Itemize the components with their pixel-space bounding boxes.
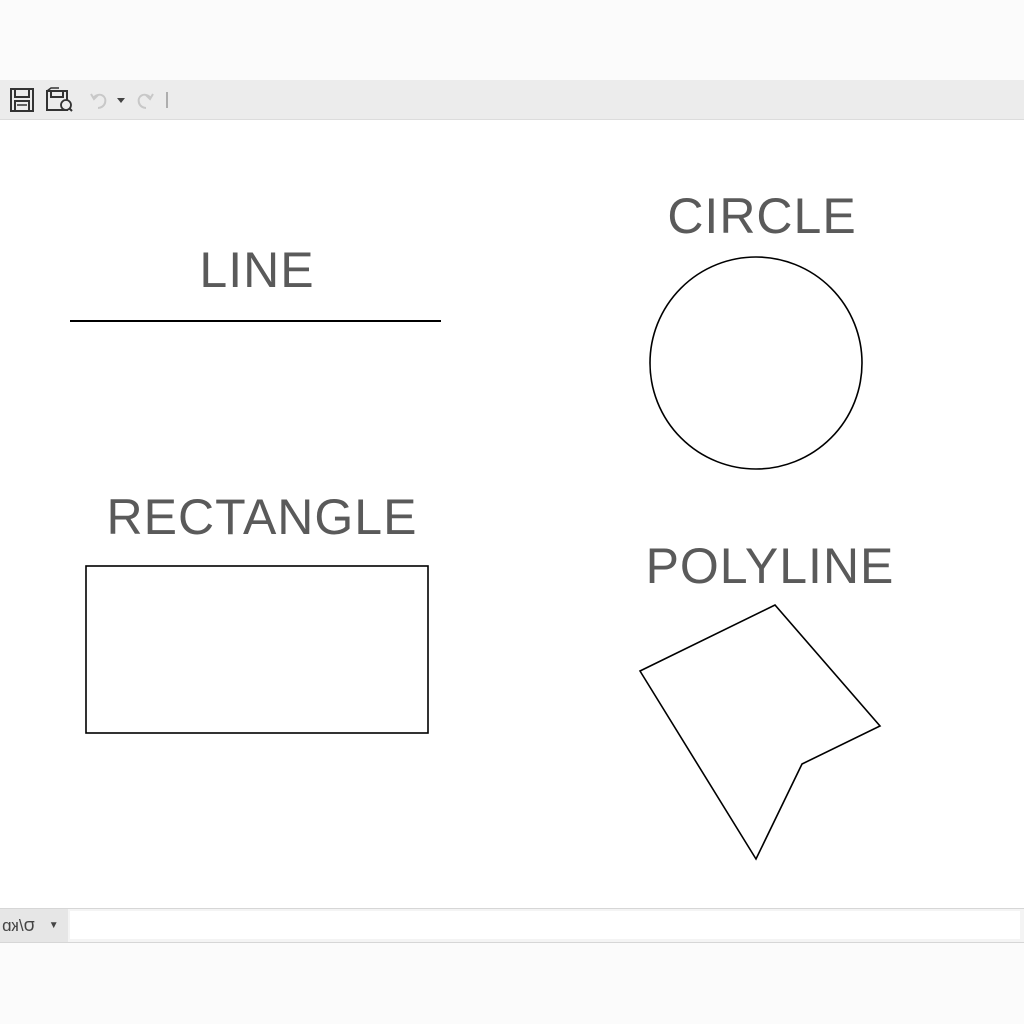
chevron-down-icon: ▼ bbox=[48, 920, 59, 931]
rectangle-label: RECTANGLE bbox=[107, 489, 418, 545]
command-prompt-dropdown[interactable]: ס/кɒ ▼ bbox=[0, 909, 68, 942]
command-prompt-label: ס/кɒ bbox=[2, 915, 35, 935]
save-icon bbox=[10, 88, 34, 112]
redo-button[interactable] bbox=[132, 80, 158, 120]
drawing-canvas[interactable]: LINE CIRCLE RECTANGLE POLYLINE bbox=[0, 120, 1024, 908]
command-line-bar: ס/кɒ ▼ bbox=[0, 908, 1024, 943]
cad-application-window: LINE CIRCLE RECTANGLE POLYLINE ס/кɒ ▼ bbox=[0, 0, 1024, 1024]
polyline-shape[interactable] bbox=[638, 604, 882, 861]
redo-icon bbox=[137, 93, 154, 109]
undo-button[interactable] bbox=[86, 80, 112, 120]
separator-icon bbox=[166, 92, 168, 108]
line-label: LINE bbox=[199, 242, 314, 298]
dropdown-arrow-icon bbox=[117, 98, 125, 103]
save-as-icon bbox=[46, 87, 73, 112]
circle-shape[interactable] bbox=[649, 256, 863, 470]
circle-label: CIRCLE bbox=[667, 188, 856, 244]
save-as-button[interactable] bbox=[42, 80, 76, 120]
polyline-label: POLYLINE bbox=[646, 538, 895, 594]
save-button[interactable] bbox=[6, 80, 38, 120]
toolbar-separator bbox=[162, 80, 172, 120]
undo-icon bbox=[90, 93, 107, 109]
title-area bbox=[0, 0, 1024, 80]
drawing-svg: LINE CIRCLE RECTANGLE POLYLINE bbox=[70, 188, 895, 861]
undo-dropdown[interactable] bbox=[114, 80, 128, 120]
rectangle-shape[interactable] bbox=[85, 565, 429, 734]
command-input[interactable] bbox=[70, 911, 1020, 939]
status-area bbox=[0, 943, 1024, 1024]
quick-access-toolbar bbox=[0, 80, 1024, 120]
